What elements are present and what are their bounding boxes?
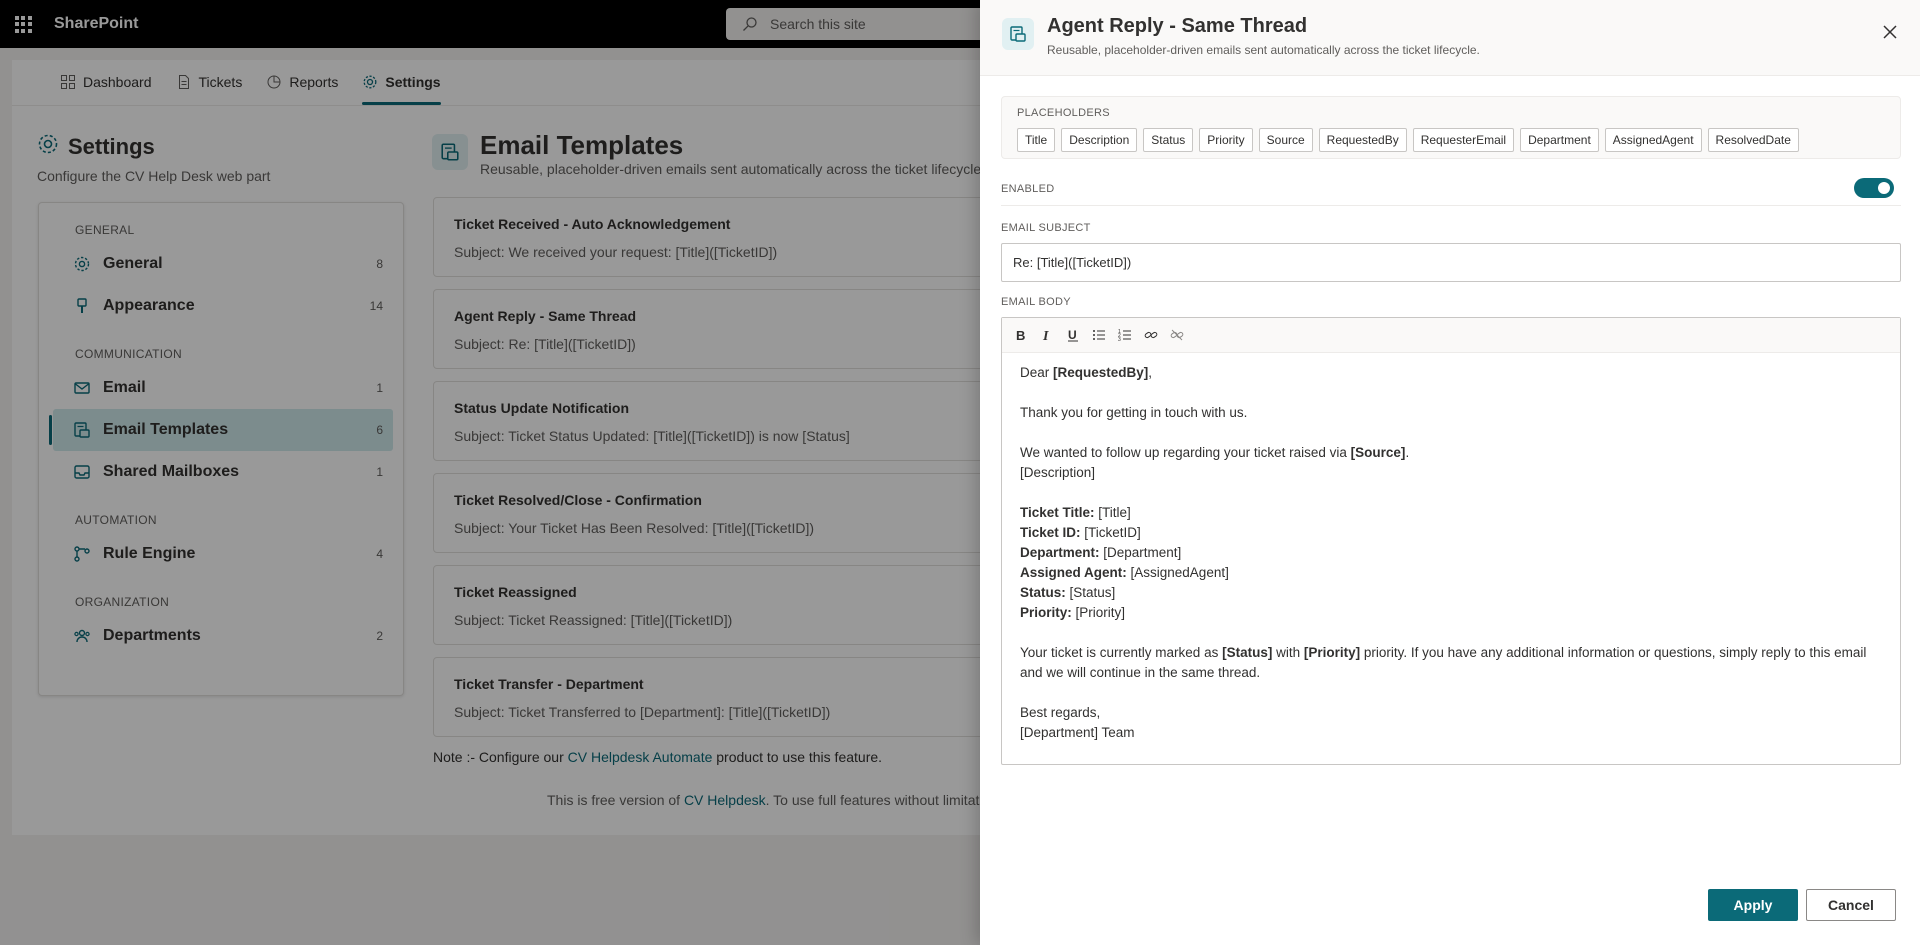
field-label: Priority: [1020, 605, 1072, 620]
bold-icon: B [1016, 328, 1025, 342]
email-subject-input[interactable] [1001, 243, 1901, 282]
placeholder-chip[interactable]: Description [1061, 128, 1138, 152]
body-text: . [1405, 445, 1410, 460]
field-value: [Department] [1099, 545, 1182, 560]
regards-line: Best regards, [1020, 705, 1101, 720]
panel-header: Agent Reply - Same Thread Reusable, plac… [980, 0, 1920, 76]
apply-button[interactable]: Apply [1708, 889, 1798, 921]
placeholders-box: PLACEHOLDERS Title Description Status Pr… [1001, 96, 1901, 159]
field-line: Assigned Agent: [AssignedAgent] [1020, 563, 1882, 583]
body-bold: [Source] [1350, 445, 1406, 460]
placeholder-chip[interactable]: Department [1520, 128, 1599, 152]
field-value: [AssignedAgent] [1126, 565, 1229, 580]
underline-button[interactable]: U [1062, 324, 1084, 346]
field-line: Ticket Title: [Title] [1020, 503, 1882, 523]
edit-template-panel: Agent Reply - Same Thread Reusable, plac… [980, 0, 1920, 945]
team-line: [Department] Team [1020, 725, 1135, 740]
body-text: Dear [1020, 365, 1054, 380]
placeholder-chip[interactable]: Title [1017, 128, 1056, 152]
mail-template-icon [1002, 18, 1034, 50]
placeholder-chip[interactable]: Status [1143, 128, 1194, 152]
panel-subtitle: Reusable, placeholder-driven emails sent… [1047, 43, 1480, 57]
placeholder-chips: Title Description Status Priority Source… [1017, 128, 1900, 152]
subject-label: EMAIL SUBJECT [1001, 222, 1091, 234]
numbered-list-icon: 123 [1118, 329, 1131, 342]
field-line: Priority: [Priority] [1020, 603, 1882, 623]
field-value: [TicketID] [1080, 525, 1141, 540]
enabled-toggle[interactable] [1854, 178, 1894, 198]
field-label: Status: [1020, 585, 1066, 600]
body-text: We wanted to follow up regarding your ti… [1020, 445, 1351, 460]
field-value: [Priority] [1071, 605, 1126, 620]
field-label: Ticket Title: [1020, 505, 1095, 520]
greeting-line: Dear [RequestedBy], [1020, 363, 1882, 383]
italic-icon: I [1042, 329, 1049, 342]
modal-overlay[interactable] [0, 0, 980, 945]
bold-button[interactable]: B [1010, 324, 1032, 346]
placeholder-chip[interactable]: Source [1258, 128, 1313, 152]
field-label: Ticket ID: [1020, 525, 1081, 540]
numbered-list-button[interactable]: 123 [1114, 324, 1136, 346]
body-label: EMAIL BODY [1001, 296, 1071, 308]
italic-button[interactable]: I [1036, 324, 1058, 346]
link-button[interactable] [1140, 324, 1162, 346]
closing-paragraph: Your ticket is currently marked as [Stat… [1020, 643, 1882, 683]
placeholder-chip[interactable]: RequesterEmail [1412, 128, 1515, 152]
description-line: [Description] [1020, 465, 1096, 480]
follow-line: We wanted to follow up regarding your ti… [1020, 443, 1882, 463]
field-value: [Title] [1094, 505, 1131, 520]
placeholder-chip[interactable]: Priority [1199, 128, 1253, 152]
field-value: [Status] [1065, 585, 1116, 600]
placeholders-label: PLACEHOLDERS [1017, 107, 1110, 119]
thanks-line: Thank you for getting in touch with us. [1020, 405, 1248, 420]
svg-text:B: B [1016, 328, 1025, 342]
field-line: Status: [Status] [1020, 583, 1882, 603]
close-icon [1883, 25, 1897, 39]
svg-text:3: 3 [1118, 337, 1121, 342]
bullet-list-icon [1093, 330, 1105, 340]
panel-title: Agent Reply - Same Thread [1047, 15, 1308, 37]
field-label: Department: [1020, 545, 1100, 560]
email-body-editor[interactable]: B I U 123 Dear [RequestedBy], Thank you … [1001, 317, 1901, 765]
svg-text:I: I [1042, 329, 1049, 342]
placeholder-chip[interactable]: RequestedBy [1318, 128, 1407, 152]
body-bold: [Status] [1222, 645, 1273, 660]
svg-text:U: U [1068, 328, 1077, 342]
unlink-button[interactable] [1166, 324, 1188, 346]
body-bold: [RequestedBy] [1053, 365, 1149, 380]
field-line: Department: [Department] [1020, 543, 1882, 563]
body-text: , [1148, 365, 1153, 380]
enabled-row: ENABLED [1001, 176, 1901, 206]
enabled-label: ENABLED [1001, 183, 1055, 195]
editor-toolbar: B I U 123 [1002, 318, 1900, 353]
bullet-list-button[interactable] [1088, 324, 1110, 346]
link-icon [1144, 331, 1158, 339]
body-text: Your ticket is currently marked as [1020, 645, 1223, 660]
placeholder-chip[interactable]: AssignedAgent [1604, 128, 1702, 152]
underline-icon: U [1068, 328, 1078, 342]
field-line: Ticket ID: [TicketID] [1020, 523, 1882, 543]
cancel-button[interactable]: Cancel [1806, 889, 1896, 921]
unlink-icon [1170, 329, 1184, 341]
placeholder-chip[interactable]: ResolvedDate [1707, 128, 1799, 152]
field-label: Assigned Agent: [1020, 565, 1127, 580]
close-button[interactable] [1878, 20, 1902, 44]
body-text: with [1272, 645, 1304, 660]
editor-content[interactable]: Dear [RequestedBy], Thank you for gettin… [1002, 353, 1900, 753]
body-bold: [Priority] [1303, 645, 1361, 660]
